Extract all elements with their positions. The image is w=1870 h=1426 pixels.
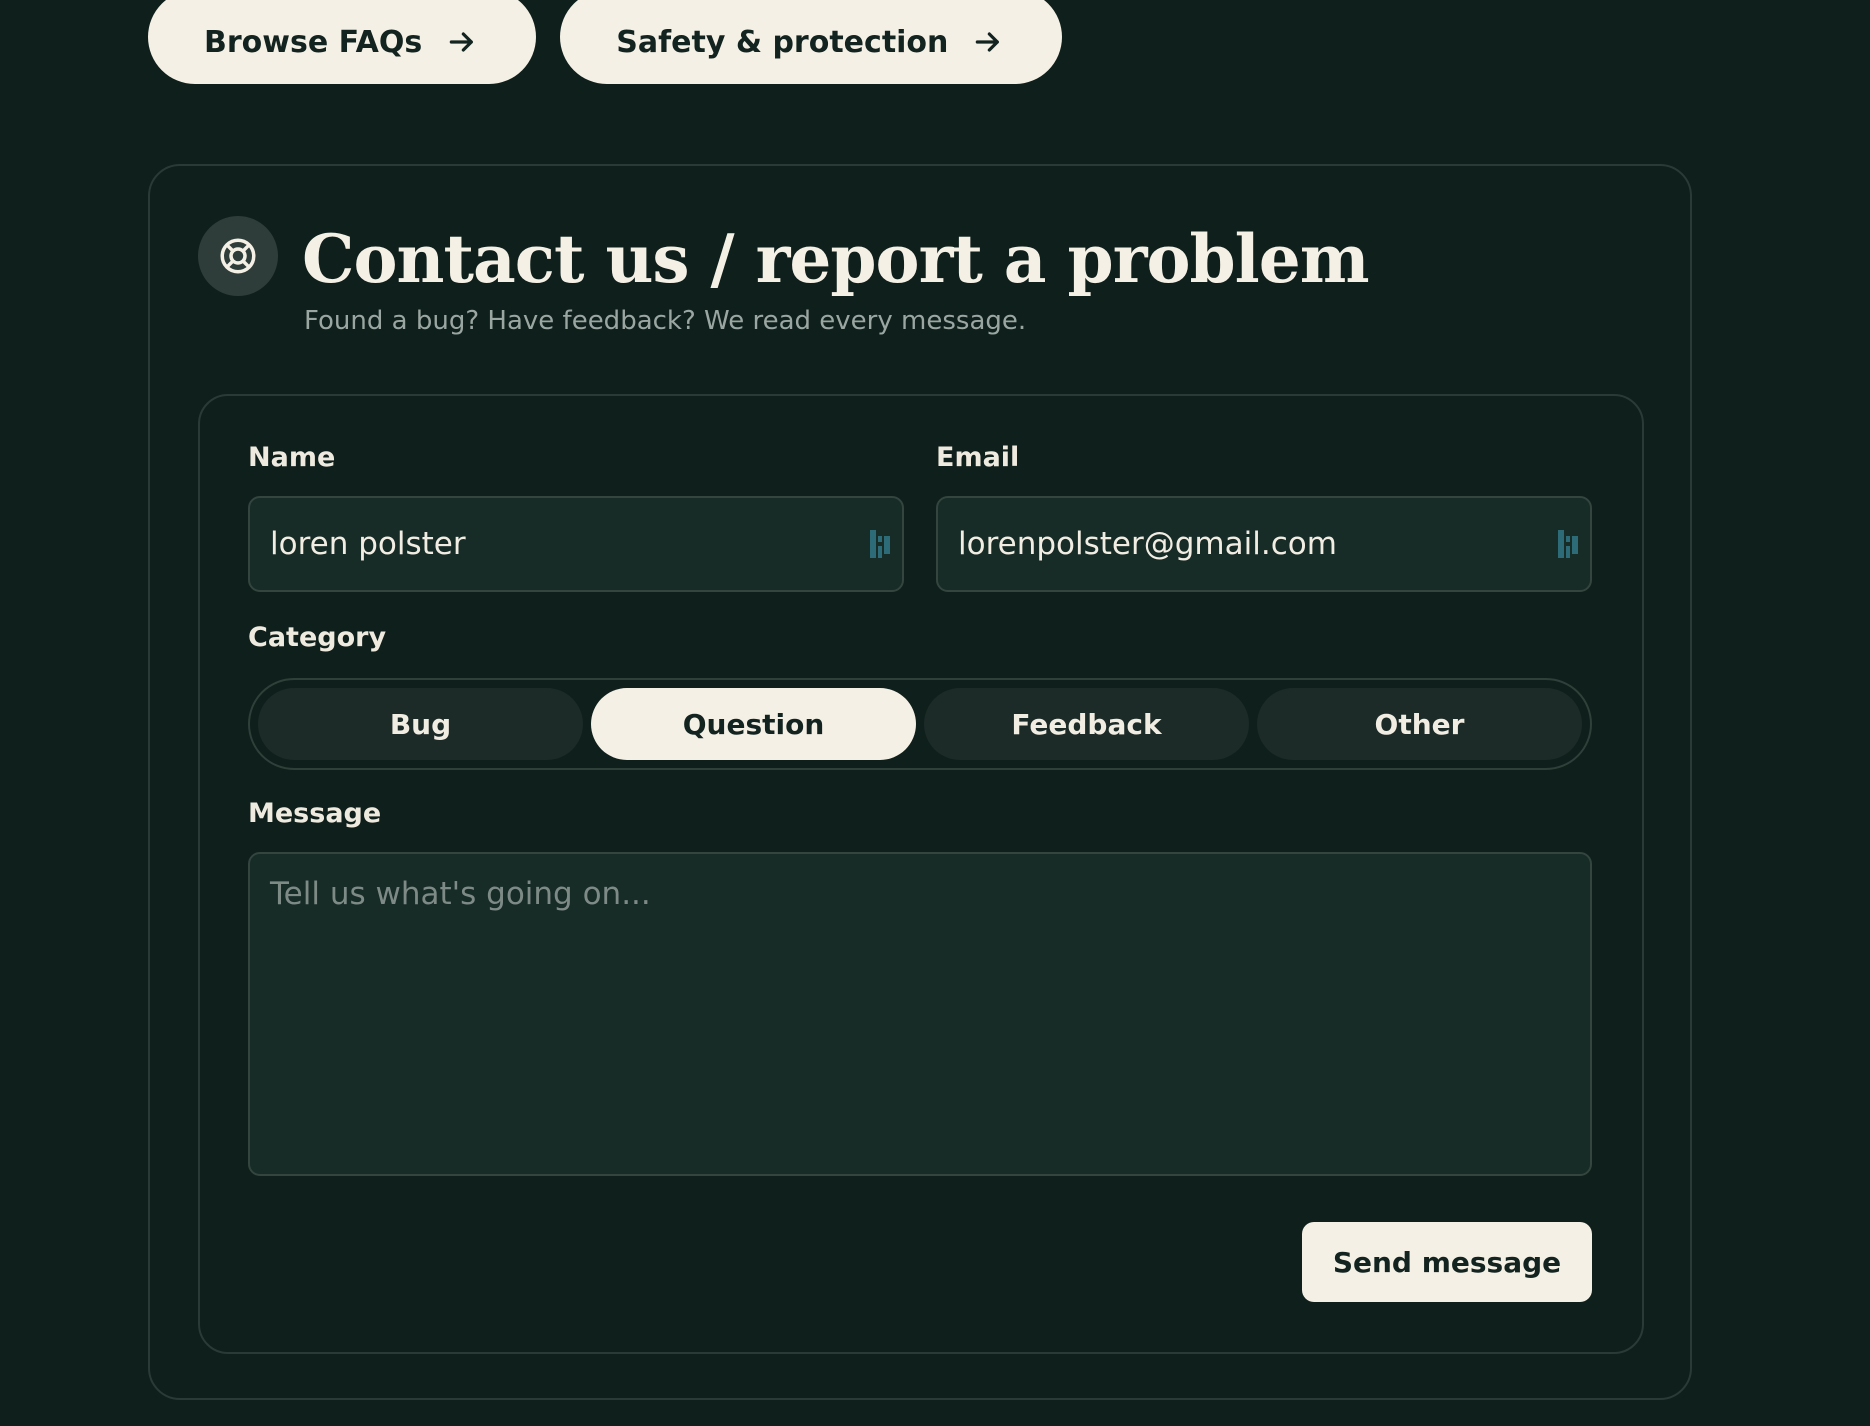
send-message-button[interactable]: Send message	[1302, 1222, 1592, 1302]
arrow-right-icon	[449, 32, 474, 52]
name-label: Name	[248, 442, 336, 473]
safety-protection-link[interactable]: Safety & protection	[560, 0, 1063, 84]
name-value: loren polster	[270, 526, 466, 562]
page-subtitle: Found a bug? Have feedback? We read ever…	[304, 306, 1027, 336]
message-label: Message	[248, 798, 382, 829]
category-option-feedback[interactable]: Feedback	[924, 688, 1249, 760]
category-option-other[interactable]: Other	[1257, 688, 1582, 760]
category-label: Category	[248, 622, 387, 653]
email-field[interactable]: lorenpolster@gmail.com	[936, 496, 1592, 592]
email-value: lorenpolster@gmail.com	[958, 526, 1337, 562]
quick-links: Browse FAQs Safety & protection	[148, 0, 1063, 84]
browse-faqs-link[interactable]: Browse FAQs	[148, 0, 537, 84]
page-title: Contact us / report a problem	[302, 220, 1370, 298]
safety-protection-label: Safety & protection	[616, 24, 949, 60]
contact-card: Contact us / report a problem Found a bu…	[148, 164, 1692, 1400]
message-textarea[interactable]: Tell us what's going on...	[248, 852, 1592, 1176]
category-selector: Bug Question Feedback Other	[248, 678, 1592, 770]
lifebuoy-icon	[198, 216, 278, 296]
message-placeholder: Tell us what's going on...	[270, 876, 651, 912]
email-label: Email	[936, 442, 1020, 473]
arrow-right-icon	[976, 32, 1000, 52]
contact-form: Name loren polster Email lorenpolster@gm…	[198, 394, 1644, 1354]
password-manager-icon[interactable]	[1558, 528, 1582, 560]
name-field[interactable]: loren polster	[248, 496, 904, 592]
browse-faqs-label: Browse FAQs	[204, 24, 423, 60]
category-option-bug[interactable]: Bug	[258, 688, 583, 760]
password-manager-icon[interactable]	[870, 528, 894, 560]
category-option-question[interactable]: Question	[591, 688, 916, 760]
